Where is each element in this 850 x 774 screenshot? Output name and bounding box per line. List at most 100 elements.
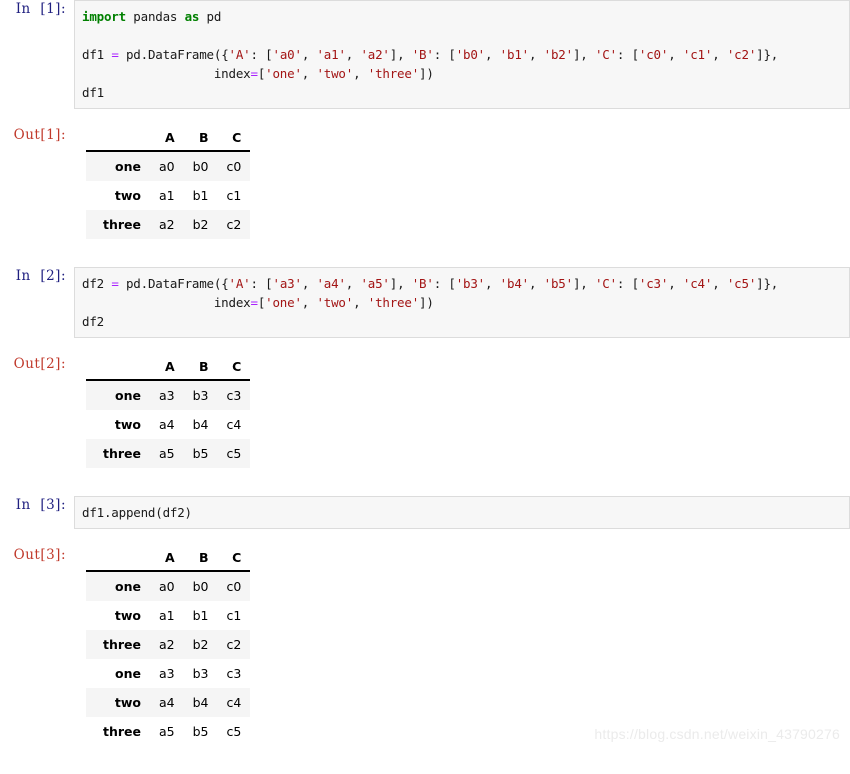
dataframe-wrapper: A B Cone a0 b0 c0 two a1 b1 c1 three a2 b2 c2 one a3 b3 c…: [74, 548, 850, 746]
code-token-plain: pd.DataFrame({: [118, 47, 229, 62]
code-line: import pandas as pd: [82, 7, 845, 26]
table-cell: b3: [183, 659, 218, 688]
row-index-label: one: [86, 151, 150, 181]
cell-spacer: [0, 468, 850, 496]
row-index-label: one: [86, 571, 150, 601]
column-header: B: [183, 128, 218, 152]
jupyter-notebook: In [1]: import pandas as pd df1 = pd.Data…: [0, 0, 850, 774]
code-token-plain: ,: [528, 47, 544, 62]
table-cell: a5: [150, 717, 184, 746]
table-cell: b0: [183, 571, 218, 601]
table-cell: a2: [150, 210, 184, 239]
in-prompt-label: In [3]:: [15, 497, 66, 513]
code-token-plain: ,: [301, 295, 317, 310]
code-token-plain: ]},: [756, 276, 779, 291]
row-index-label: three: [86, 210, 150, 239]
code-token-str: 'c0': [638, 47, 669, 62]
code-token-str: 'c4': [682, 276, 713, 291]
code-token-plain: : [: [616, 276, 639, 291]
column-header: A: [150, 548, 184, 572]
code-cell[interactable]: In [1]: import pandas as pd df1 = pd.Data…: [0, 0, 850, 109]
table-row: three a5 b5 c5: [86, 717, 251, 746]
code-token-str: 'B': [411, 47, 434, 62]
code-token-plain: ]): [419, 295, 434, 310]
table-row: one a3 b3 c3: [86, 659, 251, 688]
row-index-label: one: [86, 659, 150, 688]
code-token-str: 'a3': [272, 276, 303, 291]
code-token-str: 'a0': [272, 47, 303, 62]
cell-spacer: [0, 746, 850, 774]
code-token-plain: df1.append(df2): [82, 505, 192, 520]
code-token-str: 'three': [367, 295, 420, 310]
table-cell: b5: [183, 439, 218, 468]
table-cell: a0: [150, 571, 184, 601]
table-cell: c2: [217, 630, 251, 659]
code-token-str: 'two': [316, 66, 354, 81]
code-token-str: 'c3': [638, 276, 669, 291]
code-token-str: 'b1': [499, 47, 530, 62]
out-prompt-label: Out[2]:: [13, 356, 66, 372]
table-row: three a2 b2 c2: [86, 630, 251, 659]
code-token-plain: ],: [572, 47, 595, 62]
in-prompt-label: In [1]:: [15, 1, 66, 17]
table-cell: c3: [217, 380, 251, 410]
table-cell: c5: [217, 717, 251, 746]
code-editor-area[interactable]: import pandas as pd df1 = pd.DataFrame({…: [74, 0, 850, 109]
code-token-plain: df1: [82, 47, 112, 62]
code-cell[interactable]: In [2]: df2 = pd.DataFrame({'A': ['a3', '…: [0, 267, 850, 338]
table-row: two a4 b4 c4: [86, 410, 251, 439]
row-index-label: two: [86, 601, 150, 630]
table-cell: b5: [183, 717, 218, 746]
column-header: B: [183, 357, 218, 381]
code-token-plain: : [: [433, 276, 456, 291]
code-token-plain: ,: [301, 47, 317, 62]
code-token-str: 'one': [265, 295, 302, 310]
table-cell: c4: [217, 410, 251, 439]
code-token-str: 'B': [411, 276, 434, 291]
code-line: df2 = pd.DataFrame({'A': ['a3', 'a4', 'a…: [82, 274, 845, 293]
table-cell: b2: [183, 630, 218, 659]
table-header-row: ABC: [86, 357, 251, 381]
dataframe-wrapper: A B Cone a3 b3 c3 two a4 b4 c4 three a5 b5 c5: [74, 357, 850, 468]
code-token-plain: : [: [616, 47, 639, 62]
output-cell: Out[2]: A B Cone a3 b3 c3 two a4 b4 c4 three a5 b5 c5: [0, 355, 850, 468]
cell-spacer: [0, 529, 850, 546]
row-index-label: three: [86, 717, 150, 746]
code-token-str: 'a2': [360, 47, 390, 62]
code-line: index=['one', 'two', 'three']): [82, 293, 845, 312]
table-row: one a0 b0 c0: [86, 151, 251, 181]
code-cell[interactable]: In [3]: df1.append(df2): [0, 496, 850, 529]
table-cell: a3: [150, 659, 184, 688]
out-prompt-label: Out[3]:: [13, 547, 66, 563]
code-token-str: 'A': [228, 276, 251, 291]
code-token-op: =: [250, 66, 259, 81]
code-editor-area[interactable]: df2 = pd.DataFrame({'A': ['a3', 'a4', 'a…: [74, 267, 850, 338]
code-token-op: =: [111, 276, 119, 291]
table-cell: c1: [217, 181, 251, 210]
code-token-plain: pd.DataFrame({: [118, 276, 229, 291]
code-token-plain: index: [82, 295, 251, 310]
code-token-plain: ,: [345, 276, 361, 291]
table-cell: a3: [150, 380, 184, 410]
row-index-label: two: [86, 410, 150, 439]
code-line: df1 = pd.DataFrame({'A': ['a0', 'a1', 'a…: [82, 45, 845, 64]
dataframe-table: A B Cone a0 b0 c0 two a1 b1 c1 three a2 b2 c2: [86, 128, 251, 239]
dataframe-table: A B Cone a3 b3 c3 two a4 b4 c4 three a5 b5 c5: [86, 357, 251, 468]
code-token-plain: ,: [485, 47, 500, 62]
code-token-str: 'c5': [726, 276, 757, 291]
table-row: two a4 b4 c4: [86, 688, 251, 717]
code-token-str: 'one': [265, 66, 302, 81]
table-cell: a1: [150, 601, 184, 630]
code-token-plain: : [: [250, 276, 273, 291]
code-token-plain: : [: [250, 47, 273, 62]
code-editor-area[interactable]: df1.append(df2): [74, 496, 850, 529]
code-token-plain: ,: [301, 66, 317, 81]
code-line: df1: [82, 83, 845, 102]
output-cell: Out[3]: A B Cone a0 b0 c0 two a1 b1 c1 three a2 b2 c2 o…: [0, 546, 850, 746]
code-line: df1.append(df2): [82, 503, 845, 522]
table-row: three a2 b2 c2: [86, 210, 251, 239]
column-header: A: [150, 128, 184, 152]
watermark: https://blog.csdn.net/weixin_43790276: [594, 726, 840, 742]
code-token-plain: ,: [528, 276, 544, 291]
